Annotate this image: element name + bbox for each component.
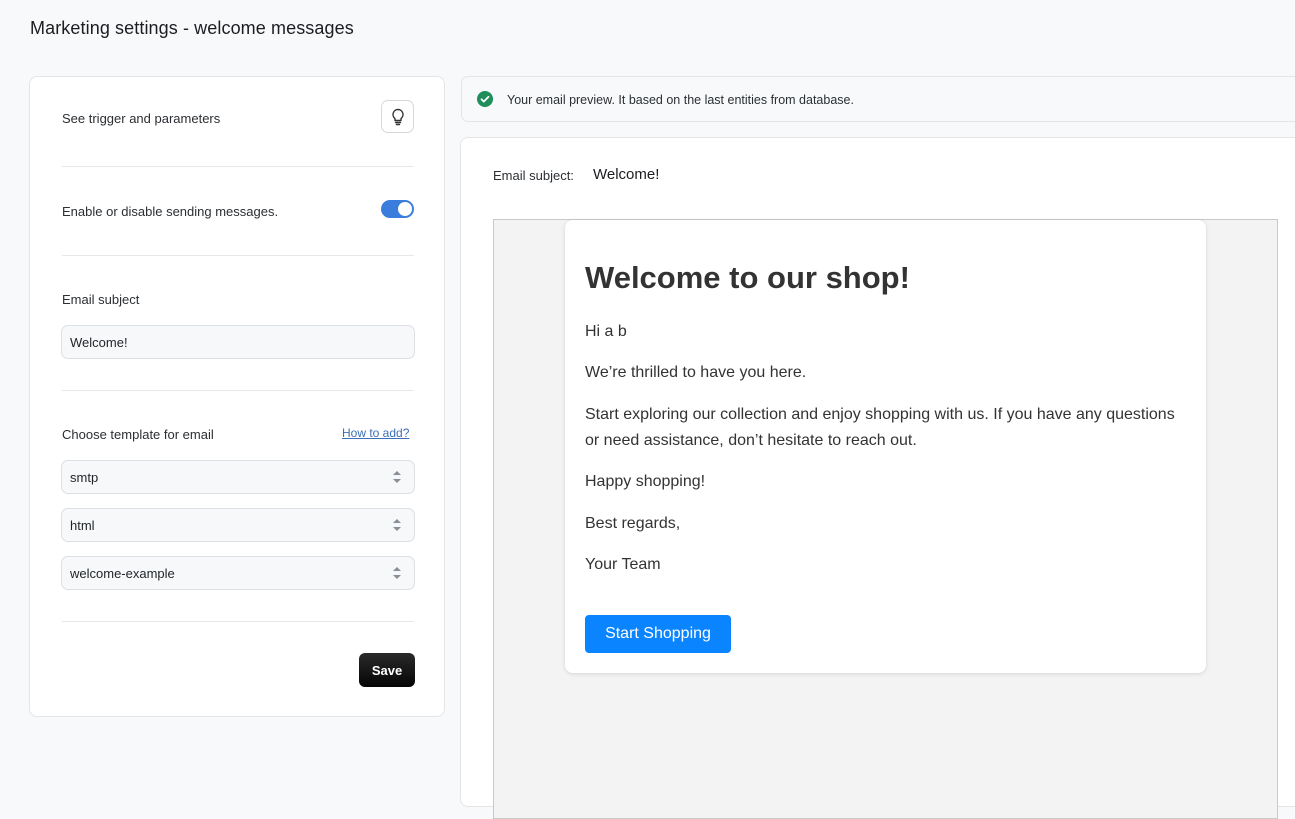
preview-subject-value: Welcome! <box>593 166 660 183</box>
email-signature: Your Team <box>585 556 661 573</box>
select-value: welcome-example <box>70 566 175 581</box>
divider <box>62 621 414 622</box>
email-paragraph: Happy shopping! <box>585 473 706 490</box>
subject-label: Email subject <box>62 292 140 307</box>
email-paragraph: Start exploring our collection and enjoy… <box>585 406 1175 449</box>
preview-notice: Your email preview. It based on the last… <box>461 76 1295 122</box>
check-circle-icon <box>477 91 493 107</box>
select-arrows-icon <box>393 471 401 483</box>
template-select-format[interactable]: html <box>61 508 415 542</box>
select-value: html <box>70 518 95 533</box>
page-title: Marketing settings - welcome messages <box>30 18 354 38</box>
trigger-label: See trigger and parameters <box>62 111 221 126</box>
trigger-hint-button[interactable] <box>381 100 414 133</box>
email-paragraph: We’re thrilled to have you here. <box>585 364 807 381</box>
select-arrows-icon <box>393 567 401 579</box>
how-to-add-link[interactable]: How to add? <box>342 426 409 440</box>
lightbulb-icon <box>391 108 404 125</box>
divider <box>62 166 414 167</box>
enable-sending-toggle[interactable] <box>381 200 414 218</box>
email-frame[interactable]: Welcome to our shop! Hi a b We’re thrill… <box>493 219 1278 819</box>
save-button[interactable]: Save <box>359 653 415 687</box>
select-arrows-icon <box>393 519 401 531</box>
select-value: smtp <box>70 470 99 485</box>
email-signoff: Best regards, <box>585 515 681 532</box>
email-heading: Welcome to our shop! <box>585 260 910 295</box>
template-select-transport[interactable]: smtp <box>61 460 415 494</box>
enable-label: Enable or disable sending messages. <box>62 204 279 219</box>
preview-subject-label: Email subject: <box>493 168 574 183</box>
email-body: Welcome to our shop! Hi a b We’re thrill… <box>565 220 1206 673</box>
template-select-name[interactable]: welcome-example <box>61 556 415 590</box>
template-label: Choose template for email <box>62 427 214 442</box>
divider <box>62 255 414 256</box>
email-greeting: Hi a b <box>585 323 627 340</box>
divider <box>62 390 414 391</box>
settings-panel: See trigger and parameters Enable or dis… <box>29 76 445 717</box>
email-subject-input[interactable] <box>61 325 415 359</box>
email-preview-panel: Email subject: Welcome! Welcome to our s… <box>460 137 1295 819</box>
toggle-knob <box>398 202 412 216</box>
notice-text: Your email preview. It based on the last… <box>507 93 854 107</box>
start-shopping-button[interactable]: Start Shopping <box>585 615 731 653</box>
